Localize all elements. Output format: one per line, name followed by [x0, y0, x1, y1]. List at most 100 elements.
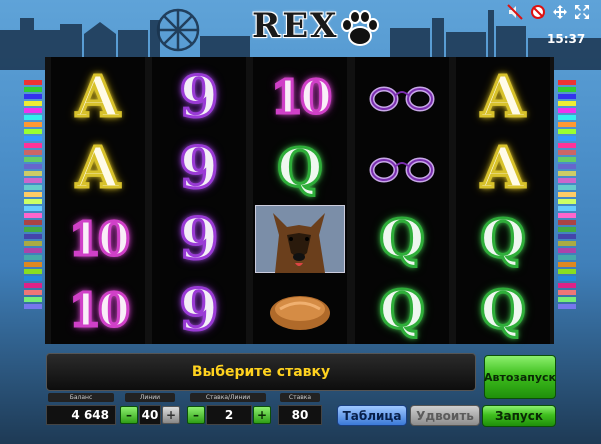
line-marker	[24, 192, 42, 197]
line-marker	[558, 276, 576, 281]
lines-indicator-right	[558, 80, 576, 320]
message-bar: Выберите ставку	[46, 353, 476, 391]
settings-icon[interactable]	[530, 4, 546, 20]
symbol-9: 9	[178, 205, 220, 274]
line-marker	[24, 115, 42, 120]
reel-4-cell-2	[355, 133, 449, 203]
line-marker	[24, 269, 42, 274]
game-window: REX 15:37 A A 10 10 9999 10 Q Q Q A A Q …	[0, 0, 601, 444]
reel-1: A A 10 10	[51, 57, 145, 344]
bet-per-line-value: 2	[206, 405, 252, 425]
symbol-10: 10	[269, 69, 333, 126]
symbol-10: 10	[67, 282, 131, 339]
reel-4: QQ	[355, 57, 449, 344]
line-marker	[558, 227, 576, 232]
double-button[interactable]: Удвоить	[410, 405, 480, 426]
line-marker	[558, 129, 576, 134]
bun-icon	[270, 296, 330, 330]
line-marker	[24, 262, 42, 267]
line-marker	[558, 290, 576, 295]
reel-2-cell-4: 9	[152, 275, 246, 345]
line-marker	[24, 220, 42, 225]
symbol-a: A	[480, 63, 526, 132]
line-marker	[558, 297, 576, 302]
total-bet-label: Ставка	[280, 393, 320, 402]
fullscreen-icon[interactable]	[574, 4, 590, 20]
reel-2-cell-3: 9	[152, 204, 246, 274]
lines-minus-button[interactable]: –	[120, 406, 138, 424]
lines-plus-button[interactable]: +	[162, 406, 180, 424]
paytable-button[interactable]: Таблица	[337, 405, 407, 426]
line-marker	[24, 297, 42, 302]
line-marker	[24, 185, 42, 190]
line-marker	[24, 199, 42, 204]
reel-5: AAQQ	[456, 57, 550, 344]
game-title: REX	[252, 6, 339, 46]
line-marker	[558, 80, 576, 85]
reel-4-cell-4: Q	[355, 275, 449, 345]
lines-label: Линии	[125, 393, 175, 402]
line-marker	[558, 150, 576, 155]
line-marker	[24, 213, 42, 218]
symbol-a: A	[75, 134, 121, 203]
sound-off-icon[interactable]	[507, 4, 523, 20]
line-marker	[558, 108, 576, 113]
line-marker	[24, 143, 42, 148]
symbol-q: Q	[479, 278, 527, 342]
reel-3-cell-4	[253, 275, 347, 345]
lines-value: 40	[139, 405, 161, 425]
line-marker	[24, 178, 42, 183]
reel-3-cell-3	[253, 204, 347, 274]
line-marker	[24, 164, 42, 169]
clock: 15:37	[547, 32, 586, 46]
autoplay-button[interactable]: Автозапуск	[484, 355, 556, 399]
line-marker	[558, 248, 576, 253]
line-marker	[24, 283, 42, 288]
line-marker	[558, 199, 576, 204]
reel-3-cell-1: 10	[253, 62, 347, 132]
line-marker	[558, 255, 576, 260]
line-marker	[558, 234, 576, 239]
line-marker	[558, 304, 576, 309]
reel-5-cell-3: Q	[456, 204, 550, 274]
line-marker	[558, 136, 576, 141]
line-marker	[24, 150, 42, 155]
line-marker	[558, 283, 576, 288]
line-marker	[24, 248, 42, 253]
reel-2-cell-2: 9	[152, 133, 246, 203]
move-icon[interactable]	[552, 4, 568, 20]
symbol-q: Q	[378, 207, 426, 271]
reel-2: 9999	[152, 57, 246, 345]
bet-minus-button[interactable]: –	[187, 406, 205, 424]
line-marker	[24, 171, 42, 176]
line-marker	[558, 241, 576, 246]
lines-indicator-left	[24, 80, 42, 320]
line-marker	[558, 220, 576, 225]
line-marker	[24, 157, 42, 162]
line-marker	[558, 101, 576, 106]
symbol-q: Q	[378, 278, 426, 342]
reel-3-cell-2: Q	[253, 133, 347, 203]
reels-area: A A 10 10 9999 10 Q Q Q A A Q Q	[45, 57, 554, 345]
line-marker	[24, 122, 42, 127]
reel-4-cell-3: Q	[355, 204, 449, 274]
line-marker	[24, 255, 42, 260]
line-marker	[24, 80, 42, 85]
reel-5-cell-2: A	[456, 133, 550, 203]
line-marker	[558, 171, 576, 176]
bet-plus-button[interactable]: +	[253, 406, 271, 424]
handcuffs-icon	[369, 86, 435, 112]
line-marker	[558, 115, 576, 120]
symbol-10: 10	[67, 211, 131, 268]
line-marker	[24, 136, 42, 141]
spin-button[interactable]: Запуск	[482, 405, 556, 427]
symbol-9: 9	[178, 276, 220, 345]
line-marker	[24, 101, 42, 106]
line-marker	[24, 234, 42, 239]
line-marker	[24, 241, 42, 246]
balance-value: 4 648	[46, 405, 116, 425]
line-marker	[558, 87, 576, 92]
reel-1-cell-4: 10	[51, 275, 145, 345]
line-marker	[558, 164, 576, 169]
line-marker	[558, 178, 576, 183]
